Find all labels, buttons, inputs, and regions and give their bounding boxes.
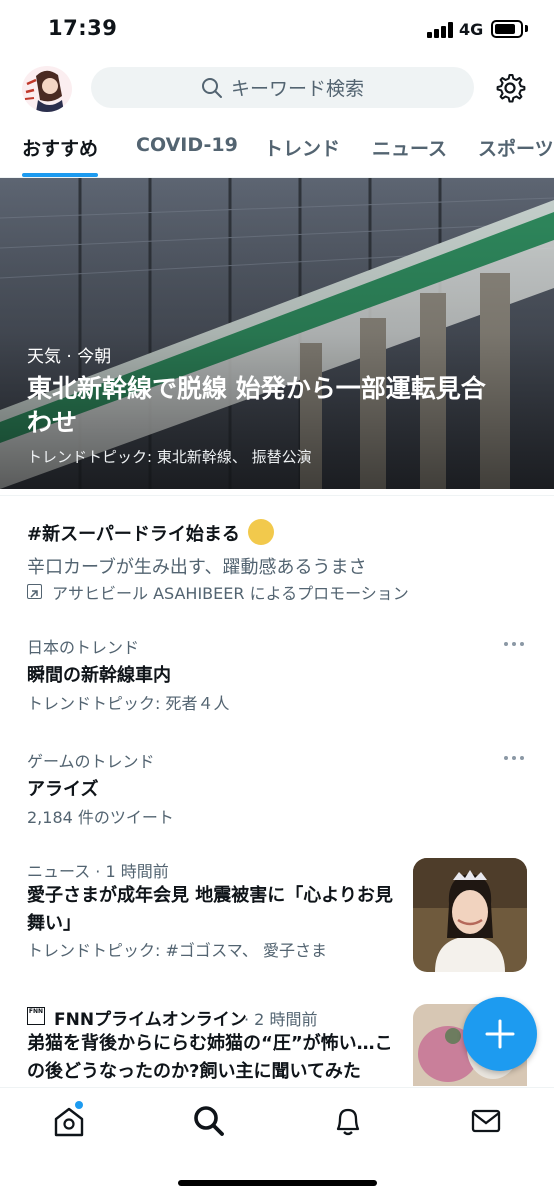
trend-sub: 2,184 件のツイート bbox=[27, 808, 174, 827]
mail-icon[interactable] bbox=[469, 1104, 503, 1138]
promo-description: 辛口カーブが生み出す、躍動感あるうまさ bbox=[27, 557, 367, 578]
tab-news[interactable]: ニュース bbox=[372, 134, 447, 161]
promo-title[interactable]: #新スーパードライ始まる bbox=[27, 520, 240, 546]
news-source[interactable]: FNNプライムオンライン bbox=[54, 1005, 247, 1030]
promoted-by[interactable]: アサヒビール ASAHIBEER によるプロモーション bbox=[52, 580, 409, 604]
search-icon[interactable] bbox=[192, 1104, 226, 1138]
gear-icon[interactable] bbox=[494, 72, 526, 104]
compose-button[interactable] bbox=[463, 997, 537, 1071]
signal-icon bbox=[427, 22, 453, 38]
trend-name[interactable]: 瞬間の新幹線車内 bbox=[27, 661, 171, 687]
news-thumbnail[interactable] bbox=[413, 858, 527, 972]
battery-icon bbox=[491, 20, 523, 38]
search-bar[interactable]: キーワード検索 bbox=[91, 67, 474, 108]
more-options-icon[interactable] bbox=[504, 756, 526, 762]
hero-category: 天気 · 今朝 bbox=[27, 347, 112, 367]
home-indicator bbox=[178, 1180, 377, 1186]
divider bbox=[0, 495, 554, 496]
news-topic: トレンドトピック: #ゴゴスマ、 愛子さま bbox=[27, 941, 328, 960]
plus-icon bbox=[485, 1019, 515, 1049]
hero-news-card[interactable] bbox=[0, 178, 554, 489]
news-meta: ニュース · 1 時間前 bbox=[27, 862, 169, 881]
promoted-icon bbox=[27, 584, 42, 599]
fnn-logo: FNN bbox=[27, 1007, 45, 1025]
hero-topic: トレンドトピック: 東北新幹線、 振替公演 bbox=[27, 448, 312, 466]
more-options-icon[interactable] bbox=[504, 642, 526, 648]
home-icon[interactable] bbox=[52, 1104, 86, 1138]
search-placeholder: キーワード検索 bbox=[230, 78, 364, 100]
news-meta: · 2 時間前 bbox=[244, 1010, 318, 1029]
notification-dot bbox=[75, 1101, 83, 1109]
news-title[interactable]: 弟猫を背後からにらむ姉猫の“圧”が怖い…この後どうなったのか?飼い主に聞いてみた bbox=[27, 1030, 397, 1082]
tab-sports[interactable]: スポーツ bbox=[478, 134, 554, 161]
trend-category: ゲームのトレンド bbox=[27, 752, 155, 771]
avatar[interactable] bbox=[22, 66, 72, 112]
tab-bar: おすすめ COVID-19 トレンド ニュース スポーツ bbox=[0, 122, 554, 178]
trend-name[interactable]: アライズ bbox=[27, 775, 98, 801]
tab-recommended[interactable]: おすすめ bbox=[22, 134, 98, 161]
network-label: 4G bbox=[459, 20, 484, 39]
battery-cap bbox=[525, 25, 528, 32]
beer-emoji-icon bbox=[248, 519, 274, 545]
search-icon bbox=[201, 77, 222, 98]
hero-title[interactable]: 東北新幹線で脱線 始発から一部運転見合わせ bbox=[27, 372, 507, 440]
bell-icon[interactable] bbox=[331, 1104, 365, 1138]
news-title[interactable]: 愛子さまが成年会見 地震被害に「心よりお見舞い」 bbox=[27, 882, 397, 938]
status-bar: 17:39 4G bbox=[0, 0, 554, 60]
hero-image bbox=[0, 178, 554, 489]
trend-sub: トレンドトピック: 死者４人 bbox=[27, 694, 230, 713]
tab-trends[interactable]: トレンド bbox=[264, 134, 340, 161]
status-time: 17:39 bbox=[48, 16, 118, 40]
tab-covid-19[interactable]: COVID-19 bbox=[136, 134, 238, 156]
active-tab-indicator bbox=[22, 173, 98, 177]
trend-category: 日本のトレンド bbox=[27, 638, 140, 657]
